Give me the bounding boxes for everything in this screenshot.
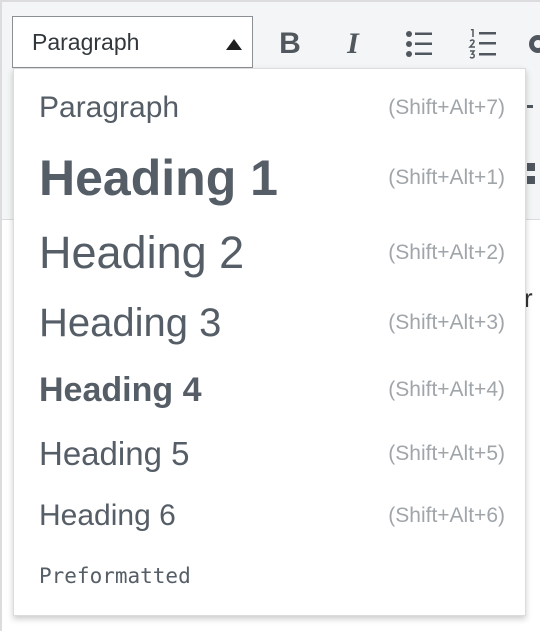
menu-item-label: Heading 1 [39,150,278,206]
menu-item-paragraph[interactable]: Paragraph (Shift+Alt+7) [14,81,525,135]
menu-item-label: Heading 3 [39,300,222,345]
menu-item-label: Heading 2 [39,227,245,278]
italic-button[interactable]: I [331,22,375,66]
menu-item-shortcut: (Shift+Alt+6) [388,504,505,527]
bulleted-list-button[interactable] [397,22,441,66]
quote-button[interactable] [528,30,540,58]
menu-item-shortcut: (Shift+Alt+4) [388,378,505,401]
caret-up-icon [226,39,242,50]
bulleted-list-icon [406,31,432,57]
format-select[interactable]: Paragraph [12,16,253,68]
menu-item-shortcut: (Shift+Alt+3) [388,311,505,334]
menu-item-heading-4[interactable]: Heading 4 (Shift+Alt+4) [14,363,525,417]
menu-item-label: Preformatted [39,564,191,588]
menu-item-label: Heading 4 [39,370,202,409]
numbered-list-button[interactable] [461,22,505,66]
menu-item-heading-2[interactable]: Heading 2 (Shift+Alt+2) [14,221,525,285]
menu-item-heading-6[interactable]: Heading 6 (Shift+Alt+6) [14,489,525,543]
menu-item-shortcut: (Shift+Alt+7) [388,96,505,119]
bold-icon: B [279,27,301,60]
numbered-list-icon [468,29,496,59]
format-select-value: Paragraph [32,29,140,55]
toolbar-icon-fragment [527,163,535,171]
menu-item-heading-3[interactable]: Heading 3 (Shift+Alt+3) [14,293,525,353]
bold-button[interactable]: B [268,22,312,66]
menu-item-shortcut: (Shift+Alt+5) [388,442,505,465]
toolbar-icon-fragment [527,176,535,184]
menu-item-label: Paragraph [39,91,180,124]
menu-item-label: Heading 6 [39,499,176,532]
italic-icon: I [347,27,359,60]
menu-item-shortcut: (Shift+Alt+1) [388,166,505,189]
menu-item-heading-1[interactable]: Heading 1 (Shift+Alt+1) [14,139,525,217]
menu-item-shortcut: (Shift+Alt+2) [388,241,505,264]
menu-item-preformatted[interactable]: Preformatted [14,551,525,601]
quote-icon [529,35,540,53]
menu-item-heading-5[interactable]: Heading 5 (Shift+Alt+5) [14,427,525,481]
toolbar-icon-fragment [527,105,533,108]
menu-item-label: Heading 5 [39,435,190,472]
format-dropdown-menu: Paragraph (Shift+Alt+7) Heading 1 (Shift… [13,68,526,616]
